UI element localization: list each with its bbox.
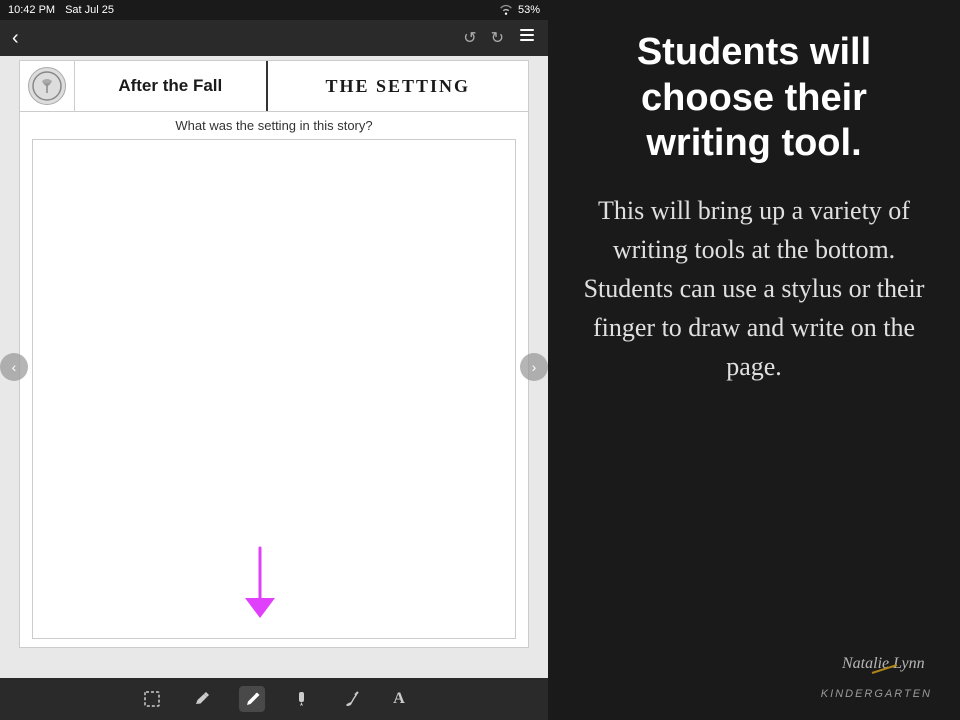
marker-tool-button[interactable]: [289, 686, 315, 712]
more-button[interactable]: [518, 26, 536, 50]
right-panel: Students will choose their writing tool.…: [548, 0, 960, 720]
wifi-icon: [498, 3, 514, 18]
redo-button[interactable]: ↻: [491, 28, 504, 48]
branding-sub: KINDERGARTEN: [821, 688, 932, 700]
undo-button[interactable]: ↺: [463, 28, 476, 48]
status-bar: 10:42 PM Sat Jul 25 53%: [0, 0, 548, 20]
left-panel: 10:42 PM Sat Jul 25 53% ‹ ↺ ↻: [0, 0, 548, 720]
top-toolbar: ‹ ↺ ↻: [0, 20, 548, 56]
book-logo: [20, 61, 75, 111]
text-tool-button[interactable]: A: [389, 686, 409, 712]
drawing-canvas[interactable]: [32, 139, 516, 639]
main-heading: Students will choose their writing tool.: [576, 30, 932, 167]
right-content: Students will choose their writing tool.…: [576, 30, 932, 643]
pen-tool-button[interactable]: [239, 686, 265, 712]
content-area: ‹ › After the Fall THE SETTING What: [0, 56, 548, 678]
page-header: After the Fall THE SETTING: [19, 60, 529, 112]
logo-circle: [28, 67, 66, 105]
body-text: This will bring up a variety of writing …: [576, 191, 932, 386]
branding: Natalie Lynn KINDERGARTEN: [821, 643, 932, 700]
battery-status: 53%: [518, 4, 540, 16]
status-date: Sat Jul 25: [65, 4, 114, 16]
pencil-tool-button[interactable]: [189, 686, 215, 712]
bottom-toolbar: A: [0, 678, 548, 720]
prev-page-button[interactable]: ‹: [0, 353, 28, 381]
select-tool-button[interactable]: [139, 686, 165, 712]
brush-tool-button[interactable]: [339, 686, 365, 712]
page-wrapper: What was the setting in this story?: [19, 112, 529, 648]
next-page-button[interactable]: ›: [520, 353, 548, 381]
status-time: 10:42 PM: [8, 4, 55, 16]
branding-name: Natalie Lynn: [821, 643, 932, 688]
book-title: After the Fall: [75, 61, 268, 111]
page-question: What was the setting in this story?: [20, 112, 528, 135]
section-title: THE SETTING: [268, 61, 528, 111]
back-button[interactable]: ‹: [12, 28, 19, 48]
